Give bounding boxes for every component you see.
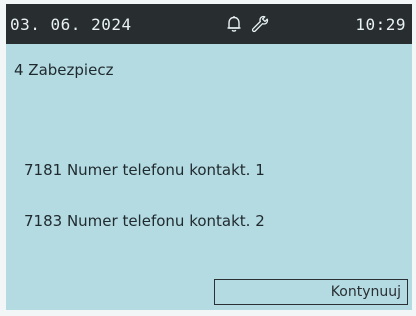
wrench-icon: [250, 14, 270, 34]
parameter-item-7183[interactable]: 7183 Numer telefonu kontakt. 2: [24, 212, 265, 230]
continue-button[interactable]: Kontynuuj: [214, 279, 408, 305]
status-date: 03. 06. 2024: [10, 15, 132, 34]
status-bar: 03. 06. 2024 10:29: [6, 4, 412, 44]
menu-title: 4 Zabezpiecz: [14, 61, 114, 79]
parameter-item-7181[interactable]: 7181 Numer telefonu kontakt. 1: [24, 161, 265, 179]
device-display: 03. 06. 2024 10:29 4 Zabezpiecz 7181 Num…: [6, 4, 412, 310]
bell-icon: [224, 14, 244, 34]
status-time: 10:29: [355, 15, 406, 34]
